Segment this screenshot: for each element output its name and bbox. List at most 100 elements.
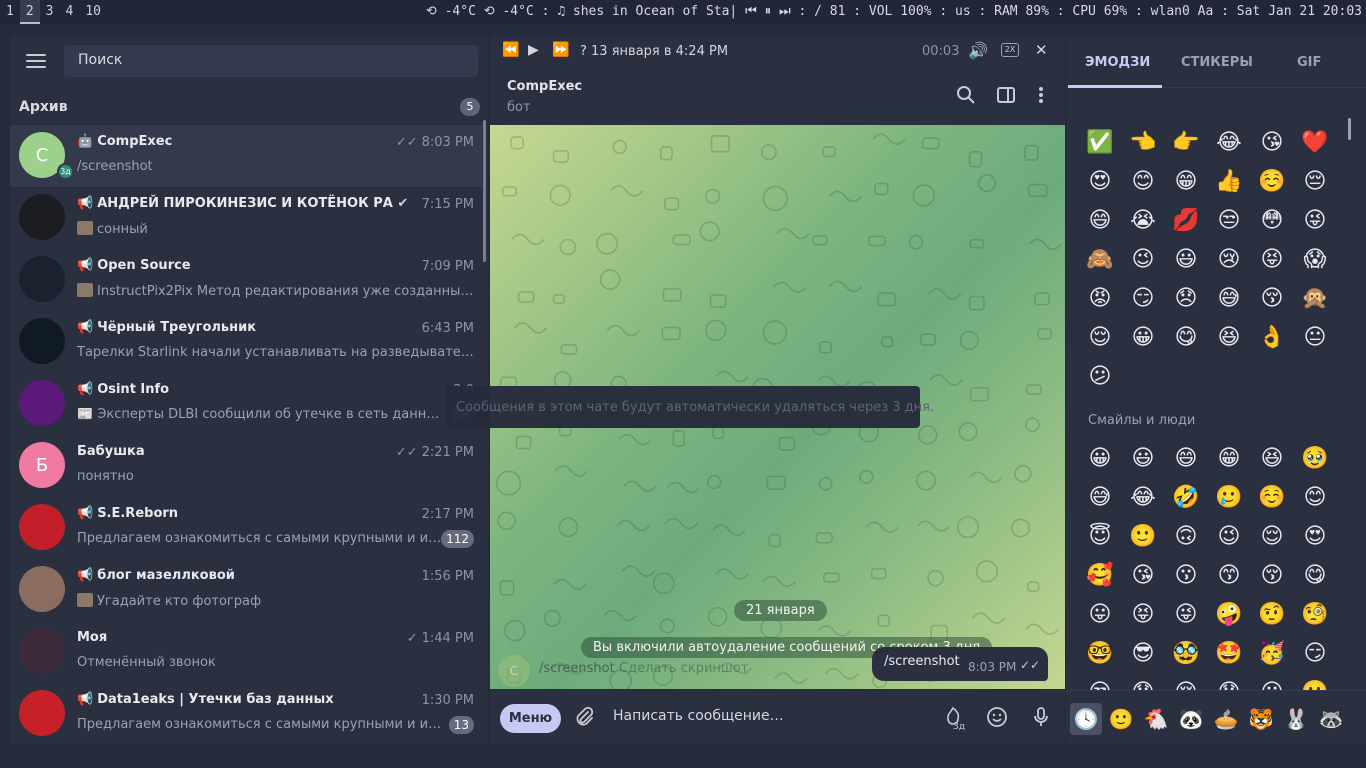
emoji-button[interactable]: 😉 — [1214, 522, 1244, 552]
emoji-button[interactable]: 😳 — [1257, 206, 1287, 236]
emoji-button[interactable]: 😘 — [1257, 128, 1287, 158]
emoji-button[interactable]: 😂 — [1128, 483, 1158, 513]
workspace-4[interactable]: 4 — [59, 0, 79, 24]
chat-list-item[interactable]: 📢 S.E.Reborn 2:17 PM Предлагаем ознакомитьс… — [10, 497, 482, 559]
chat-list-item[interactable]: 📢 Чёрный Треугольник 6:43 PM Тарелки Starli… — [10, 311, 482, 373]
emoji-button[interactable]: 😡 — [1085, 284, 1115, 314]
emoji-button[interactable]: 🙊 — [1300, 284, 1330, 314]
microphone-icon[interactable] — [1029, 705, 1053, 729]
emoji-category-button[interactable]: 🐯 — [1247, 705, 1275, 733]
chat-list-item[interactable]: C 3д 🤖 CompExec ✓✓ 8:03 PM/screenshot — [10, 125, 482, 187]
emoji-button[interactable]: 😅 — [1085, 483, 1115, 513]
emoji-button[interactable]: 😭 — [1128, 206, 1158, 236]
emoji-button[interactable]: 😝 — [1257, 245, 1287, 275]
emoji-button[interactable]: 😜 — [1300, 206, 1330, 236]
emoji-button[interactable]: 😘 — [1128, 561, 1158, 591]
emoji-button[interactable]: 😜 — [1171, 600, 1201, 630]
emoji-button[interactable]: 🤓 — [1085, 639, 1115, 669]
emoji-button[interactable]: 😆 — [1214, 323, 1244, 353]
emoji-button[interactable]: 🥹 — [1300, 444, 1330, 474]
emoji-button[interactable]: 👍 — [1214, 167, 1244, 197]
emoji-button[interactable]: 🧐 — [1300, 600, 1330, 630]
emoji-button[interactable]: 😱 — [1300, 245, 1330, 275]
volume-icon[interactable]: 🔊 — [968, 41, 988, 60]
emoji-button[interactable]: 😗 — [1171, 561, 1201, 591]
emoji-button[interactable]: 😋 — [1300, 561, 1330, 591]
chat-list-item[interactable]: 📢 блог мазеллковой 1:56 PM Угадайте кто фот… — [10, 559, 482, 621]
emoji-button[interactable]: 😊 — [1300, 483, 1330, 513]
emoji-button[interactable]: 😞 — [1171, 284, 1201, 314]
chat-list-item[interactable]: Б Бабушка ✓✓ 2:21 PM понятно — [10, 435, 482, 497]
emoji-category-button[interactable]: 🐼 — [1177, 705, 1205, 733]
emoji-button[interactable]: 😉 — [1128, 245, 1158, 275]
emoji-button[interactable]: 😃 — [1171, 245, 1201, 275]
playback-rate-button[interactable]: 2X — [1001, 43, 1019, 57]
more-options-icon[interactable] — [1031, 85, 1051, 105]
emoji-button[interactable]: 😂 — [1214, 128, 1244, 158]
menu-icon[interactable] — [26, 54, 46, 68]
emoji-button[interactable]: 🥸 — [1171, 639, 1201, 669]
emoji-category-button[interactable]: 🥧 — [1212, 705, 1240, 733]
play-icon[interactable]: ▶ — [528, 42, 539, 58]
emoji-button[interactable]: 😙 — [1214, 561, 1244, 591]
emoji-button[interactable]: 😃 — [1128, 444, 1158, 474]
emoji-button[interactable]: 😀 — [1128, 323, 1158, 353]
chat-list-item[interactable]: 📢 Open Source 7:09 PM InstructPix2Pix Метод… — [10, 249, 482, 311]
bot-menu-button[interactable]: Меню — [500, 704, 561, 733]
emoji-button[interactable]: 😄 — [1171, 444, 1201, 474]
emoji-button[interactable]: ❤️ — [1300, 128, 1330, 158]
emoji-button[interactable]: 😍 — [1300, 522, 1330, 552]
emoji-button[interactable]: 😁 — [1214, 444, 1244, 474]
emoji-button[interactable]: 🙂 — [1128, 522, 1158, 552]
emoji-button[interactable]: 😊 — [1128, 167, 1158, 197]
emoji-icon[interactable] — [985, 705, 1009, 729]
emoji-button[interactable]: 🙃 — [1171, 522, 1201, 552]
emoji-scrollbar[interactable] — [1348, 118, 1351, 140]
emoji-button[interactable]: ☺️ — [1257, 167, 1287, 197]
emoji-button[interactable]: 😆 — [1257, 444, 1287, 474]
emoji-button[interactable]: 😒 — [1214, 206, 1244, 236]
emoji-button[interactable]: 😏 — [1300, 639, 1330, 669]
emoji-button[interactable]: 🥰 — [1085, 561, 1115, 591]
tab-stickers[interactable]: СТИКЕРЫ — [1181, 55, 1253, 70]
workspace-1[interactable]: 1 — [0, 0, 20, 24]
forward-icon[interactable]: ⏩ — [552, 42, 569, 58]
chat-list-item[interactable]: 📢 Data1eaks | Утечки баз данных 1:30 PM Пре… — [10, 683, 482, 744]
chat-list-item[interactable]: Моя ✓ 1:44 PM Отменённый звонок — [10, 621, 482, 683]
chat-list-scrollbar[interactable] — [483, 120, 486, 262]
search-icon[interactable] — [956, 85, 976, 105]
emoji-button[interactable]: 🤣 — [1171, 483, 1201, 513]
attach-icon[interactable] — [572, 705, 596, 729]
emoji-category-button[interactable]: 🐰 — [1282, 705, 1310, 733]
emoji-button[interactable]: 😍 — [1085, 167, 1115, 197]
emoji-button[interactable]: 💋 — [1171, 206, 1201, 236]
emoji-button[interactable]: 🙈 — [1085, 245, 1115, 275]
emoji-button[interactable]: 😀 — [1085, 444, 1115, 474]
emoji-button[interactable]: 😔 — [1300, 167, 1330, 197]
emoji-category-button[interactable]: 🦝 — [1317, 705, 1345, 733]
outgoing-message[interactable]: /screenshot 8:03 PM ✓✓ — [872, 647, 1048, 681]
emoji-button[interactable]: 👌 — [1257, 323, 1287, 353]
emoji-button[interactable]: 😚 — [1257, 284, 1287, 314]
workspace-10[interactable]: 10 — [79, 0, 107, 24]
emoji-button[interactable]: 😎 — [1128, 639, 1158, 669]
emoji-button[interactable]: 😏 — [1128, 284, 1158, 314]
emoji-button[interactable]: 😐 — [1300, 323, 1330, 353]
emoji-button[interactable]: 🤨 — [1257, 600, 1287, 630]
emoji-button[interactable]: 😁 — [1171, 167, 1201, 197]
emoji-button[interactable]: 😌 — [1257, 522, 1287, 552]
emoji-button[interactable]: 😝 — [1128, 600, 1158, 630]
emoji-button[interactable]: 😋 — [1171, 323, 1201, 353]
workspace-2[interactable]: 2 — [19, 0, 40, 24]
emoji-button[interactable]: 😇 — [1085, 522, 1115, 552]
emoji-button[interactable]: 🤩 — [1214, 639, 1244, 669]
emoji-button[interactable]: 😢 — [1214, 245, 1244, 275]
emoji-button[interactable]: 😌 — [1085, 323, 1115, 353]
emoji-category-button[interactable]: 🙂 — [1107, 705, 1135, 733]
emoji-button[interactable]: 😚 — [1257, 561, 1287, 591]
emoji-button[interactable]: ✅ — [1085, 128, 1115, 158]
workspace-switcher[interactable]: 1 2 3 4 10 — [0, 0, 107, 24]
workspace-3[interactable]: 3 — [40, 0, 60, 24]
message-input[interactable]: Написать сообщение… — [613, 708, 784, 724]
emoji-category-button[interactable]: 🕓 — [1072, 705, 1100, 733]
